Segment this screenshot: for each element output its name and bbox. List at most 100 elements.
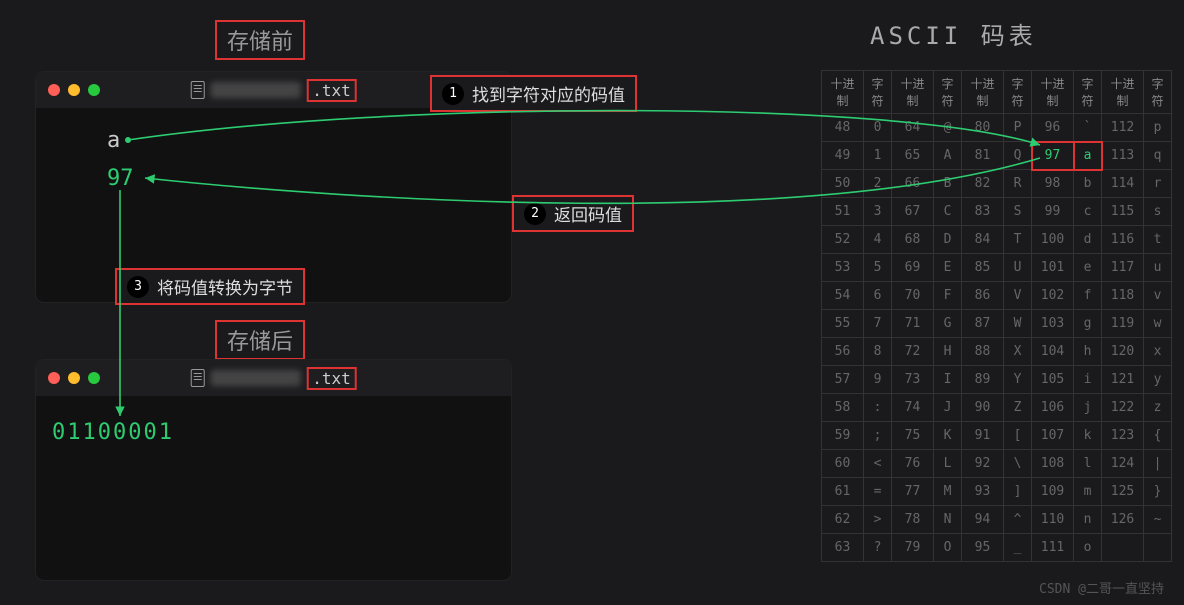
window-titlebar: .txt: [36, 360, 511, 396]
ascii-cell: 63: [822, 534, 864, 562]
ascii-cell: 6: [864, 282, 892, 310]
code-value: 97: [107, 166, 134, 191]
ascii-cell: 61: [822, 478, 864, 506]
maximize-icon[interactable]: [88, 84, 100, 96]
close-icon[interactable]: [48, 84, 60, 96]
ascii-cell: ]: [1004, 478, 1032, 506]
ascii-cell: a: [1074, 142, 1102, 170]
ascii-cell: 9: [864, 366, 892, 394]
ascii-cell: 87: [962, 310, 1004, 338]
table-row: 50266B82R98b114r: [822, 170, 1172, 198]
ascii-cell: K: [934, 422, 962, 450]
ascii-header: 字符: [864, 71, 892, 114]
filename-redacted: [210, 82, 300, 98]
ascii-cell: 96: [1032, 114, 1074, 142]
file-label: .txt: [190, 79, 357, 102]
ascii-cell: 71: [892, 310, 934, 338]
filename-redacted: [210, 370, 300, 386]
ascii-cell: g: [1074, 310, 1102, 338]
step-text: 找到字符对应的码值: [472, 81, 625, 106]
ascii-cell: 4: [864, 226, 892, 254]
file-label: .txt: [190, 367, 357, 390]
window-after: .txt: [36, 360, 511, 580]
ascii-cell: u: [1144, 254, 1172, 282]
ascii-cell: F: [934, 282, 962, 310]
ascii-cell: 52: [822, 226, 864, 254]
ascii-cell: b: [1074, 170, 1102, 198]
ascii-cell: =: [864, 478, 892, 506]
ascii-header: 字符: [1144, 71, 1172, 114]
callout-step-1: 1 找到字符对应的码值: [430, 75, 637, 112]
maximize-icon[interactable]: [88, 372, 100, 384]
table-row: 56872H88X104h120x: [822, 338, 1172, 366]
file-extension: .txt: [306, 79, 357, 102]
step-number: 3: [127, 276, 149, 298]
ascii-cell: 92: [962, 450, 1004, 478]
table-row: 55771G87W103g119w: [822, 310, 1172, 338]
ascii-cell: 60: [822, 450, 864, 478]
ascii-cell: l: [1074, 450, 1102, 478]
ascii-cell: >: [864, 506, 892, 534]
ascii-cell: h: [1074, 338, 1102, 366]
ascii-cell: 85: [962, 254, 1004, 282]
ascii-cell: k: [1074, 422, 1102, 450]
table-row: 58:74J90Z106j122z: [822, 394, 1172, 422]
ascii-cell: _: [1004, 534, 1032, 562]
ascii-cell: 91: [962, 422, 1004, 450]
ascii-cell: 118: [1102, 282, 1144, 310]
step-number: 2: [524, 203, 546, 225]
ascii-cell: 70: [892, 282, 934, 310]
ascii-cell: s: [1144, 198, 1172, 226]
ascii-cell: :: [864, 394, 892, 422]
ascii-cell: j: [1074, 394, 1102, 422]
ascii-cell: O: [934, 534, 962, 562]
ascii-cell: 57: [822, 366, 864, 394]
watermark: CSDN @二哥一直坚持: [1039, 578, 1164, 597]
ascii-cell: 117: [1102, 254, 1144, 282]
ascii-cell: f: [1074, 282, 1102, 310]
table-row: 49165A81Q97a113q: [822, 142, 1172, 170]
ascii-cell: 73: [892, 366, 934, 394]
ascii-cell: {: [1144, 422, 1172, 450]
ascii-cell: 101: [1032, 254, 1074, 282]
ascii-cell: 84: [962, 226, 1004, 254]
ascii-cell: 119: [1102, 310, 1144, 338]
close-icon[interactable]: [48, 372, 60, 384]
ascii-cell: p: [1144, 114, 1172, 142]
step-text: 将码值转换为字节: [157, 274, 293, 299]
ascii-cell: 112: [1102, 114, 1144, 142]
step-text: 返回码值: [554, 201, 622, 226]
ascii-cell: 55: [822, 310, 864, 338]
ascii-cell: 81: [962, 142, 1004, 170]
table-row: 62>78N94^110n126~: [822, 506, 1172, 534]
ascii-cell: 65: [892, 142, 934, 170]
ascii-cell: 126: [1102, 506, 1144, 534]
ascii-cell: 88: [962, 338, 1004, 366]
ascii-cell: \: [1004, 450, 1032, 478]
table-row: 63?79O95_111o: [822, 534, 1172, 562]
ascii-cell: r: [1144, 170, 1172, 198]
minimize-icon[interactable]: [68, 372, 80, 384]
ascii-cell: 102: [1032, 282, 1074, 310]
ascii-cell: 124: [1102, 450, 1144, 478]
char-value: a: [107, 128, 120, 153]
ascii-cell: E: [934, 254, 962, 282]
ascii-cell: w: [1144, 310, 1172, 338]
ascii-cell: 1: [864, 142, 892, 170]
ascii-cell: 121: [1102, 366, 1144, 394]
ascii-cell: 82: [962, 170, 1004, 198]
ascii-cell: M: [934, 478, 962, 506]
ascii-cell: 0: [864, 114, 892, 142]
ascii-header: 十进制: [822, 71, 864, 114]
step-number: 1: [442, 83, 464, 105]
ascii-cell: 113: [1102, 142, 1144, 170]
callout-step-2: 2 返回码值: [512, 195, 634, 232]
table-row: 54670F86V102f118v: [822, 282, 1172, 310]
ascii-cell: v: [1144, 282, 1172, 310]
table-row: 61=77M93]109m125}: [822, 478, 1172, 506]
ascii-cell: C: [934, 198, 962, 226]
ascii-cell: 122: [1102, 394, 1144, 422]
ascii-cell: 94: [962, 506, 1004, 534]
ascii-cell: U: [1004, 254, 1032, 282]
minimize-icon[interactable]: [68, 84, 80, 96]
